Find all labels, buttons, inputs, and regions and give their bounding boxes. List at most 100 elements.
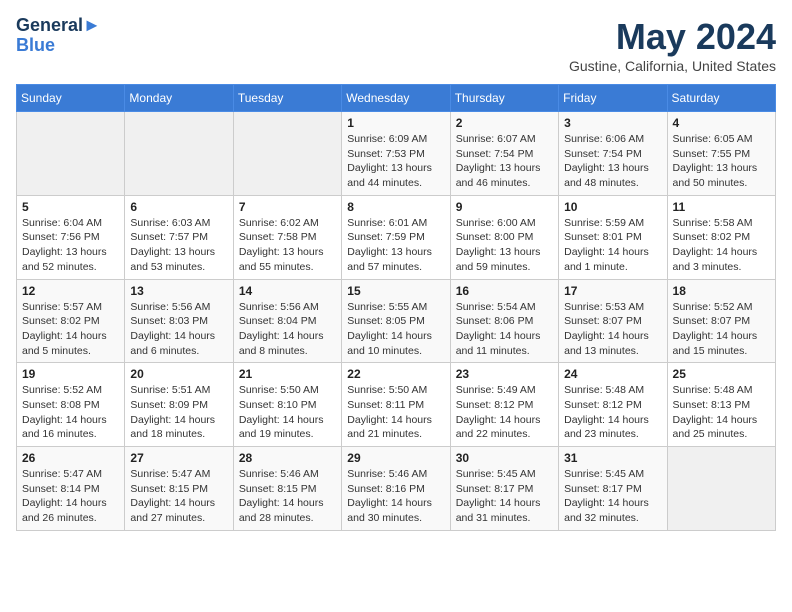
calendar-cell: 18Sunrise: 5:52 AMSunset: 8:07 PMDayligh… [667, 279, 775, 363]
cell-info: Sunrise: 6:02 AMSunset: 7:58 PMDaylight:… [239, 216, 336, 275]
calendar-cell: 19 Sunrise: 5:52 AMSunset: 8:08 PMDayligh… [17, 363, 125, 447]
logo-blue-text: Blue [16, 35, 55, 55]
calendar-cell: 29 Sunrise: 5:46 AMSunset: 8:16 PMDayligh… [342, 447, 450, 531]
cell-info: Sunrise: 5:48 AMSunset: 8:12 PMDaylight:… [564, 383, 661, 442]
cell-info: Sunrise: 5:45 AMSunset: 8:17 PMDaylight:… [456, 467, 553, 526]
cell-date-number: 29 [347, 451, 444, 465]
cell-date-number: 16 [456, 284, 553, 298]
title-block: May 2024 Gustine, California, United Sta… [569, 16, 776, 74]
calendar-table: SundayMondayTuesdayWednesdayThursdayFrid… [16, 84, 776, 531]
calendar-header-row: SundayMondayTuesdayWednesdayThursdayFrid… [17, 85, 776, 112]
cell-date-number: 9 [456, 200, 553, 214]
cell-date-number: 26 [22, 451, 119, 465]
cell-date-number: 22 [347, 367, 444, 381]
month-title: May 2024 [569, 16, 776, 58]
cell-date-number: 30 [456, 451, 553, 465]
calendar-week-4: 19 Sunrise: 5:52 AMSunset: 8:08 PMDayligh… [17, 363, 776, 447]
cell-date-number: 6 [130, 200, 227, 214]
calendar-cell: 17 Sunrise: 5:53 AMSunset: 8:07 PMDayligh… [559, 279, 667, 363]
calendar-cell: 6 Sunrise: 6:03 AMSunset: 7:57 PMDaylight… [125, 195, 233, 279]
calendar-cell: 5 Sunrise: 6:04 AMSunset: 7:56 PMDaylight… [17, 195, 125, 279]
calendar-cell: 15 Sunrise: 5:55 AMSunset: 8:05 PMDayligh… [342, 279, 450, 363]
calendar-cell: 12 Sunrise: 5:57 AMSunset: 8:02 PMDayligh… [17, 279, 125, 363]
cell-date-number: 4 [673, 116, 770, 130]
cell-info: Sunrise: 5:45 AMSunset: 8:17 PMDaylight:… [564, 467, 661, 526]
day-header-friday: Friday [559, 85, 667, 112]
cell-info: Sunrise: 6:03 AMSunset: 7:57 PMDaylight:… [130, 216, 227, 275]
cell-info: Sunrise: 5:56 AMSunset: 8:04 PMDaylight:… [239, 300, 336, 359]
calendar-cell: 28 Sunrise: 5:46 AMSunset: 8:15 PMDayligh… [233, 447, 341, 531]
calendar-week-2: 5 Sunrise: 6:04 AMSunset: 7:56 PMDaylight… [17, 195, 776, 279]
calendar-week-5: 26 Sunrise: 5:47 AMSunset: 8:14 PMDayligh… [17, 447, 776, 531]
cell-date-number: 5 [22, 200, 119, 214]
cell-info: Sunrise: 6:04 AMSunset: 7:56 PMDaylight:… [22, 216, 119, 275]
day-header-tuesday: Tuesday [233, 85, 341, 112]
cell-info: Sunrise: 5:50 AMSunset: 8:11 PMDaylight:… [347, 383, 444, 442]
logo-arrow: ► [83, 15, 101, 35]
logo: General► Blue [16, 16, 101, 56]
cell-date-number: 7 [239, 200, 336, 214]
cell-info: Sunrise: 5:52 AMSunset: 8:08 PMDaylight:… [22, 383, 119, 442]
calendar-week-1: 1Sunrise: 6:09 AMSunset: 7:53 PMDaylight… [17, 112, 776, 196]
cell-date-number: 25 [673, 367, 770, 381]
day-header-sunday: Sunday [17, 85, 125, 112]
calendar-cell [667, 447, 775, 531]
cell-date-number: 21 [239, 367, 336, 381]
calendar-cell: 20Sunrise: 5:51 AMSunset: 8:09 PMDayligh… [125, 363, 233, 447]
calendar-cell: 11Sunrise: 5:58 AMSunset: 8:02 PMDayligh… [667, 195, 775, 279]
cell-date-number: 18 [673, 284, 770, 298]
cell-info: Sunrise: 5:55 AMSunset: 8:05 PMDaylight:… [347, 300, 444, 359]
cell-date-number: 27 [130, 451, 227, 465]
calendar-cell: 2Sunrise: 6:07 AMSunset: 7:54 PMDaylight… [450, 112, 558, 196]
cell-info: Sunrise: 5:47 AMSunset: 8:14 PMDaylight:… [22, 467, 119, 526]
calendar-cell: 24Sunrise: 5:48 AMSunset: 8:12 PMDayligh… [559, 363, 667, 447]
calendar-cell: 25 Sunrise: 5:48 AMSunset: 8:13 PMDayligh… [667, 363, 775, 447]
cell-date-number: 2 [456, 116, 553, 130]
calendar-week-3: 12 Sunrise: 5:57 AMSunset: 8:02 PMDayligh… [17, 279, 776, 363]
logo-general: General [16, 15, 83, 35]
cell-date-number: 13 [130, 284, 227, 298]
cell-info: Sunrise: 5:58 AMSunset: 8:02 PMDaylight:… [673, 216, 770, 275]
page-header: General► Blue May 2024 Gustine, Californ… [16, 16, 776, 74]
day-header-monday: Monday [125, 85, 233, 112]
cell-info: Sunrise: 5:47 AMSunset: 8:15 PMDaylight:… [130, 467, 227, 526]
cell-date-number: 12 [22, 284, 119, 298]
cell-info: Sunrise: 5:51 AMSunset: 8:09 PMDaylight:… [130, 383, 227, 442]
cell-info: Sunrise: 5:46 AMSunset: 8:16 PMDaylight:… [347, 467, 444, 526]
cell-info: Sunrise: 5:46 AMSunset: 8:15 PMDaylight:… [239, 467, 336, 526]
cell-date-number: 19 [22, 367, 119, 381]
logo-text: General► Blue [16, 16, 101, 56]
cell-date-number: 31 [564, 451, 661, 465]
calendar-cell: 8 Sunrise: 6:01 AMSunset: 7:59 PMDaylight… [342, 195, 450, 279]
cell-date-number: 3 [564, 116, 661, 130]
calendar-cell: 13 Sunrise: 5:56 AMSunset: 8:03 PMDayligh… [125, 279, 233, 363]
calendar-cell: 31 Sunrise: 5:45 AMSunset: 8:17 PMDayligh… [559, 447, 667, 531]
cell-info: Sunrise: 5:56 AMSunset: 8:03 PMDaylight:… [130, 300, 227, 359]
cell-info: Sunrise: 5:53 AMSunset: 8:07 PMDaylight:… [564, 300, 661, 359]
calendar-cell [233, 112, 341, 196]
calendar-cell: 7 Sunrise: 6:02 AMSunset: 7:58 PMDaylight… [233, 195, 341, 279]
cell-info: Sunrise: 5:54 AMSunset: 8:06 PMDaylight:… [456, 300, 553, 359]
cell-info: Sunrise: 6:06 AMSunset: 7:54 PMDaylight:… [564, 132, 661, 191]
calendar-cell: 22 Sunrise: 5:50 AMSunset: 8:11 PMDayligh… [342, 363, 450, 447]
cell-date-number: 8 [347, 200, 444, 214]
cell-date-number: 10 [564, 200, 661, 214]
cell-date-number: 28 [239, 451, 336, 465]
cell-date-number: 17 [564, 284, 661, 298]
calendar-cell: 23Sunrise: 5:49 AMSunset: 8:12 PMDayligh… [450, 363, 558, 447]
day-header-thursday: Thursday [450, 85, 558, 112]
cell-info: Sunrise: 6:01 AMSunset: 7:59 PMDaylight:… [347, 216, 444, 275]
cell-info: Sunrise: 5:48 AMSunset: 8:13 PMDaylight:… [673, 383, 770, 442]
calendar-cell: 10Sunrise: 5:59 AMSunset: 8:01 PMDayligh… [559, 195, 667, 279]
cell-date-number: 15 [347, 284, 444, 298]
cell-info: Sunrise: 6:05 AMSunset: 7:55 PMDaylight:… [673, 132, 770, 191]
cell-info: Sunrise: 6:00 AMSunset: 8:00 PMDaylight:… [456, 216, 553, 275]
calendar-cell: 14 Sunrise: 5:56 AMSunset: 8:04 PMDayligh… [233, 279, 341, 363]
cell-info: Sunrise: 5:49 AMSunset: 8:12 PMDaylight:… [456, 383, 553, 442]
calendar-cell: 21Sunrise: 5:50 AMSunset: 8:10 PMDayligh… [233, 363, 341, 447]
calendar-cell: 9 Sunrise: 6:00 AMSunset: 8:00 PMDaylight… [450, 195, 558, 279]
cell-info: Sunrise: 5:57 AMSunset: 8:02 PMDaylight:… [22, 300, 119, 359]
day-header-saturday: Saturday [667, 85, 775, 112]
calendar-cell [17, 112, 125, 196]
cell-date-number: 14 [239, 284, 336, 298]
